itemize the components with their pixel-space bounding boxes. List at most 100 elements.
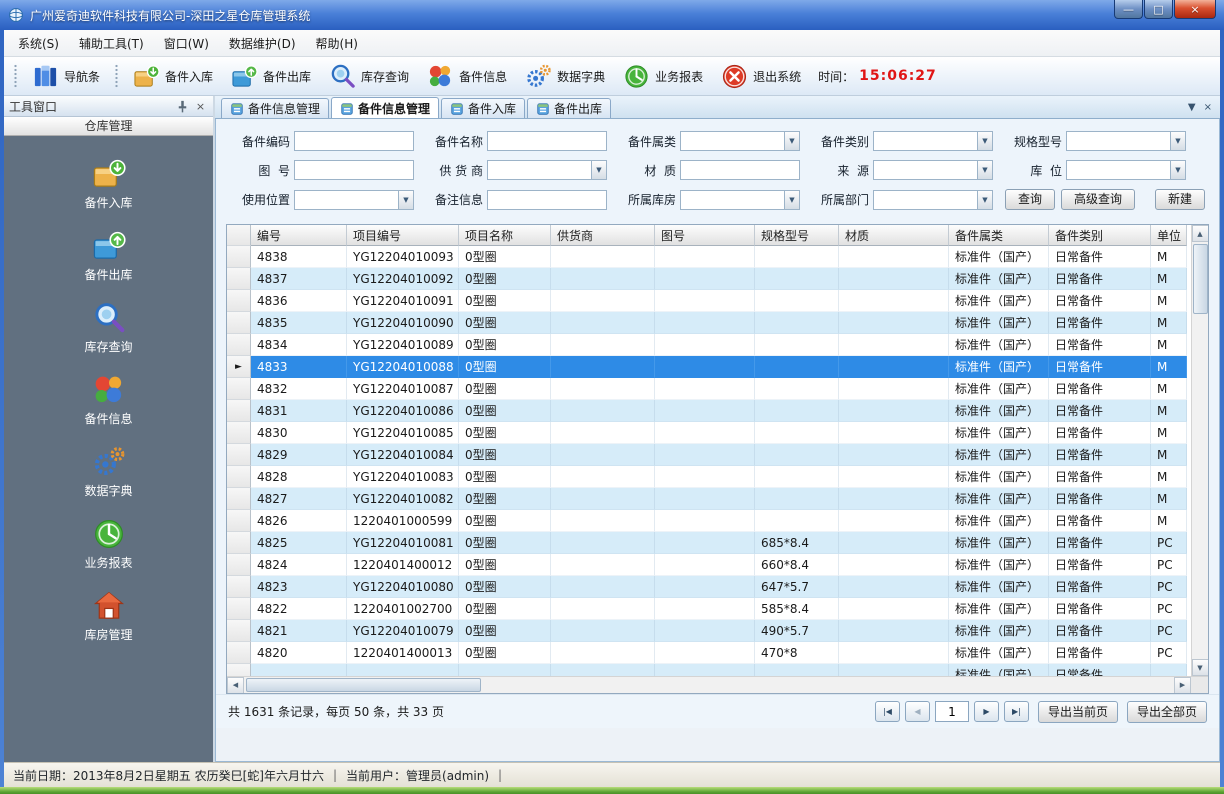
table-row[interactable]: 4829YG122040100840型圈标准件（国产）日常备件M bbox=[227, 444, 1191, 466]
tab-page-icon bbox=[450, 102, 464, 116]
toolbar-business-report-button[interactable]: 业务报表 bbox=[614, 59, 712, 94]
tab-dropdown-icon[interactable]: ▼ bbox=[1188, 103, 1196, 113]
sidebar-item-parts-inbound[interactable]: 备件入库 bbox=[4, 148, 213, 220]
toolbar-parts-info-button[interactable]: 备件信息 bbox=[418, 59, 516, 94]
toolbar-navbar-button[interactable]: 导航条 bbox=[23, 59, 109, 94]
maximize-button[interactable]: □ bbox=[1144, 0, 1173, 19]
advanced-query-button[interactable]: 高级查询 bbox=[1061, 189, 1135, 210]
toolbar-exit-system-button[interactable]: 退出系统 bbox=[712, 59, 810, 94]
storage-location-select[interactable]: ▼ bbox=[1066, 160, 1186, 180]
spec-model-select[interactable]: ▼ bbox=[1066, 131, 1186, 151]
table-row[interactable]: 482612204010005990型圈标准件（国产）日常备件M bbox=[227, 510, 1191, 532]
tab-parts-info-manage-1[interactable]: 备件信息管理 bbox=[221, 98, 329, 118]
panel-close-icon[interactable]: × bbox=[193, 99, 208, 114]
scroll-right-icon[interactable]: ▶ bbox=[1174, 677, 1191, 694]
table-cell: 4822 bbox=[251, 598, 347, 620]
column-header[interactable]: 编号 bbox=[251, 225, 347, 246]
scroll-up-icon[interactable]: ▲ bbox=[1192, 225, 1209, 242]
scroll-left-icon[interactable]: ◀ bbox=[227, 677, 244, 694]
part-name-input[interactable] bbox=[487, 131, 607, 151]
sidebar-item-data-dictionary[interactable]: 数据字典 bbox=[4, 436, 213, 508]
scroll-down-icon[interactable]: ▼ bbox=[1192, 659, 1209, 676]
table-cell bbox=[755, 466, 839, 488]
table-row[interactable]: 4821YG122040100790型圈490*5.7标准件（国产）日常备件PC bbox=[227, 620, 1191, 642]
material-input[interactable] bbox=[680, 160, 800, 180]
export-all-pages-button[interactable]: 导出全部页 bbox=[1127, 701, 1207, 723]
sidebar-item-parts-outbound[interactable]: 备件出库 bbox=[4, 220, 213, 292]
toolbar-parts-outbound-button[interactable]: 备件出库 bbox=[222, 59, 320, 94]
toolbar-data-dictionary-button[interactable]: 数据字典 bbox=[516, 59, 614, 94]
query-button[interactable]: 查询 bbox=[1005, 189, 1055, 210]
part-category-select[interactable]: ▼ bbox=[680, 131, 800, 151]
table-row[interactable]: 4830YG122040100850型圈标准件（国产）日常备件M bbox=[227, 422, 1191, 444]
column-header[interactable]: 备件类别 bbox=[1049, 225, 1151, 246]
tab-parts-info-manage-2[interactable]: 备件信息管理 bbox=[331, 97, 439, 118]
export-current-page-button[interactable]: 导出当前页 bbox=[1038, 701, 1118, 723]
column-header[interactable]: 项目名称 bbox=[459, 225, 551, 246]
table-row[interactable]: 4836YG122040100910型圈标准件（国产）日常备件M bbox=[227, 290, 1191, 312]
tab-close-icon[interactable]: × bbox=[1204, 103, 1212, 113]
part-code-input[interactable] bbox=[294, 131, 414, 151]
vertical-scroll-thumb[interactable] bbox=[1193, 244, 1208, 314]
horizontal-scroll-thumb[interactable] bbox=[246, 678, 481, 692]
next-page-button[interactable]: ▶ bbox=[974, 701, 999, 722]
horizontal-scrollbar[interactable]: ◀ ▶ bbox=[227, 676, 1208, 693]
supplier-select[interactable]: ▼ bbox=[487, 160, 607, 180]
table-cell: M bbox=[1151, 510, 1187, 532]
sidebar-item-warehouse-management[interactable]: 库房管理 bbox=[4, 580, 213, 652]
page-number-input[interactable] bbox=[935, 701, 969, 722]
table-row[interactable]: ►4833YG122040100880型圈标准件（国产）日常备件M bbox=[227, 356, 1191, 378]
table-row[interactable]: 4832YG122040100870型圈标准件（国产）日常备件M bbox=[227, 378, 1191, 400]
menu-item-data-maintenance[interactable]: 数据维护(D) bbox=[219, 30, 306, 57]
column-header[interactable]: 供货商 bbox=[551, 225, 655, 246]
table-cell bbox=[755, 444, 839, 466]
column-header[interactable]: 材质 bbox=[839, 225, 949, 246]
first-page-button[interactable]: |◀ bbox=[875, 701, 900, 722]
column-header[interactable]: 备件属类 bbox=[949, 225, 1049, 246]
sidebar-item-parts-info[interactable]: 备件信息 bbox=[4, 364, 213, 436]
prev-page-button[interactable]: ◀ bbox=[905, 701, 930, 722]
menu-item-system[interactable]: 系统(S) bbox=[8, 30, 69, 57]
toolbar-inventory-query-button[interactable]: 库存查询 bbox=[320, 59, 418, 94]
sidebar-item-inventory-query[interactable]: 库存查询 bbox=[4, 292, 213, 364]
source-select[interactable]: ▼ bbox=[873, 160, 993, 180]
table-row[interactable]: 4823YG122040100800型圈647*5.7标准件（国产）日常备件PC bbox=[227, 576, 1191, 598]
tab-label: 备件出库 bbox=[554, 100, 602, 117]
drawing-no-input[interactable] bbox=[294, 160, 414, 180]
remark-input[interactable] bbox=[487, 190, 607, 210]
table-row[interactable]: 482212204010027000型圈585*8.4标准件（国产）日常备件PC bbox=[227, 598, 1191, 620]
tab-parts-outbound[interactable]: 备件出库 bbox=[527, 98, 611, 118]
toolbar-parts-inbound-button[interactable]: 备件入库 bbox=[124, 59, 222, 94]
table-row[interactable]: 4834YG122040100890型圈标准件（国产）日常备件M bbox=[227, 334, 1191, 356]
table-row[interactable]: 4831YG122040100860型圈标准件（国产）日常备件M bbox=[227, 400, 1191, 422]
tab-parts-inbound[interactable]: 备件入库 bbox=[441, 98, 525, 118]
last-page-button[interactable]: ▶| bbox=[1004, 701, 1029, 722]
menu-item-aux-tools[interactable]: 辅助工具(T) bbox=[69, 30, 154, 57]
warehouse-select[interactable]: ▼ bbox=[680, 190, 800, 210]
horizontal-scroll-track[interactable] bbox=[244, 677, 1174, 694]
menu-item-window[interactable]: 窗口(W) bbox=[154, 30, 219, 57]
table-row[interactable]: 4838YG122040100930型圈标准件（国产）日常备件M bbox=[227, 246, 1191, 268]
minimize-button[interactable]: — bbox=[1114, 0, 1143, 19]
table-row[interactable]: 4827YG122040100820型圈标准件（国产）日常备件M bbox=[227, 488, 1191, 510]
table-row[interactable]: 标准件（国产）日常备件 bbox=[227, 664, 1191, 676]
table-row[interactable]: 4837YG122040100920型圈标准件（国产）日常备件M bbox=[227, 268, 1191, 290]
part-type-select[interactable]: ▼ bbox=[873, 131, 993, 151]
new-button[interactable]: 新建 bbox=[1155, 189, 1205, 210]
usage-position-select[interactable]: ▼ bbox=[294, 190, 414, 210]
department-select[interactable]: ▼ bbox=[873, 190, 993, 210]
pin-icon[interactable] bbox=[175, 99, 190, 114]
table-row[interactable]: 4825YG122040100810型圈685*8.4标准件（国产）日常备件PC bbox=[227, 532, 1191, 554]
column-header[interactable]: 项目编号 bbox=[347, 225, 459, 246]
column-header[interactable]: 图号 bbox=[655, 225, 755, 246]
table-row[interactable]: 4835YG122040100900型圈标准件（国产）日常备件M bbox=[227, 312, 1191, 334]
close-button[interactable]: × bbox=[1174, 0, 1216, 19]
sidebar-item-business-report[interactable]: 业务报表 bbox=[4, 508, 213, 580]
table-row[interactable]: 482012204014000130型圈470*8标准件（国产）日常备件PC bbox=[227, 642, 1191, 664]
vertical-scrollbar[interactable]: ▲ ▼ bbox=[1191, 225, 1208, 676]
column-header[interactable]: 规格型号 bbox=[755, 225, 839, 246]
table-row[interactable]: 482412204014000120型圈660*8.4标准件（国产）日常备件PC bbox=[227, 554, 1191, 576]
column-header[interactable]: 单位 bbox=[1151, 225, 1187, 246]
menu-item-help[interactable]: 帮助(H) bbox=[306, 30, 368, 57]
table-row[interactable]: 4828YG122040100830型圈标准件（国产）日常备件M bbox=[227, 466, 1191, 488]
